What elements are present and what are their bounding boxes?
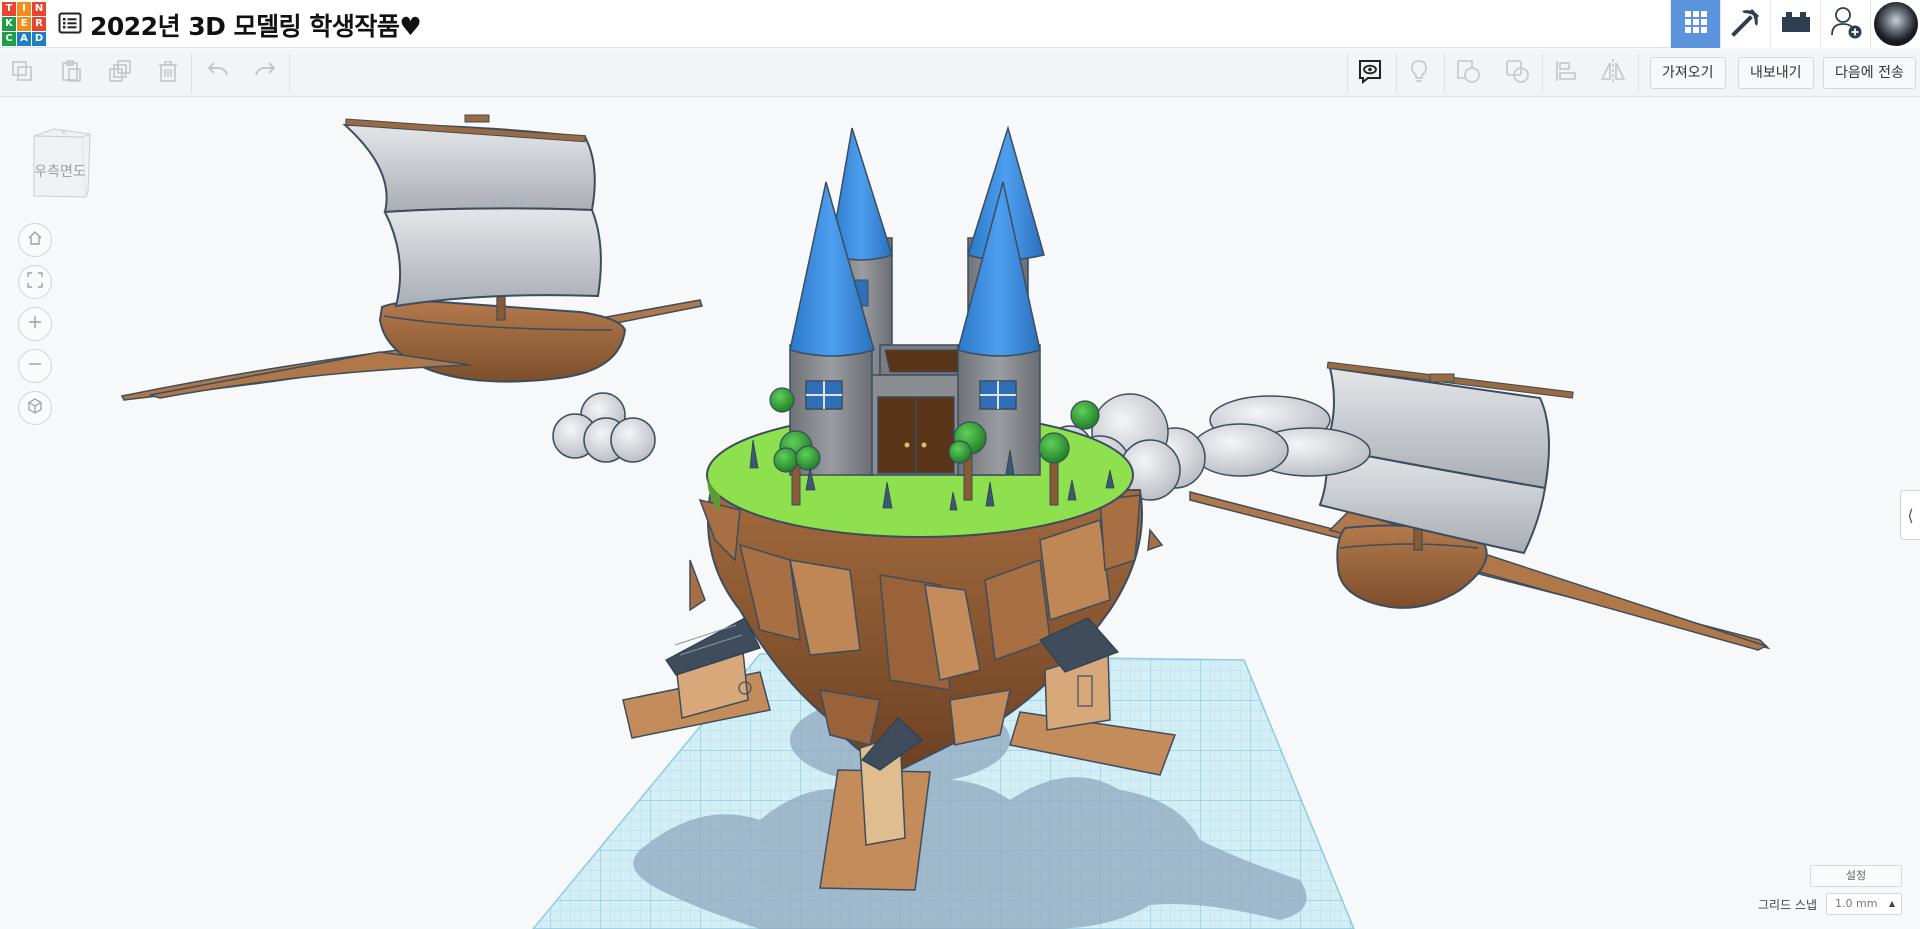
document-title[interactable]: 2022년 3D 모델링 학생작품♥ xyxy=(90,7,422,43)
shapes-panel-toggle[interactable]: ⟨ xyxy=(1900,490,1920,540)
logo-letter: R xyxy=(32,17,46,31)
redo-button[interactable] xyxy=(251,59,279,87)
copy-button[interactable] xyxy=(8,59,36,87)
chevron-up-icon: ▲ xyxy=(1888,899,1895,908)
show-notes-button[interactable] xyxy=(1356,59,1384,87)
logo-letter: A xyxy=(17,32,31,46)
grid-snap-value: 1.0 mm xyxy=(1835,897,1878,910)
workplane-viewport[interactable]: 우측면도 ⟨ 설정 그리드 스냅 1.0 mm ▲ xyxy=(0,98,1920,929)
castle[interactable] xyxy=(789,125,1045,476)
grid-snap-label: 그리드 스냅 xyxy=(1758,898,1818,912)
light-bulb-button[interactable] xyxy=(1405,59,1433,87)
add-user-icon xyxy=(1829,5,1863,43)
undo-icon xyxy=(206,59,230,87)
align-icon xyxy=(1554,59,1578,87)
add-user-button[interactable] xyxy=(1820,0,1870,48)
toolbar-divider xyxy=(1347,53,1348,93)
avatar xyxy=(1871,0,1920,48)
pickaxe-icon xyxy=(1730,6,1762,42)
small-cloud[interactable] xyxy=(552,392,656,463)
home-icon xyxy=(27,230,43,250)
toolbar-divider xyxy=(289,53,290,93)
tinkercad-app: T I N K E R C A D 2022년 3D 모델링 학생작품♥ 가져오… xyxy=(0,0,1920,929)
left-flying-ship[interactable] xyxy=(120,114,703,401)
home-view-button[interactable] xyxy=(18,223,52,257)
fit-view-button[interactable] xyxy=(18,265,52,299)
align-button[interactable] xyxy=(1552,59,1580,87)
shape-icon xyxy=(1455,58,1481,88)
toolbar-divider xyxy=(1444,53,1445,93)
logo-letter: K xyxy=(2,17,16,31)
toolbar-divider xyxy=(1542,53,1543,93)
zoom-out-icon xyxy=(27,356,43,376)
user-menu-button[interactable] xyxy=(1870,0,1920,48)
paste-button[interactable] xyxy=(57,59,85,87)
blocks-view-button[interactable] xyxy=(1720,0,1770,48)
export-button[interactable]: 내보내기 xyxy=(1738,57,1814,89)
mirror-button[interactable] xyxy=(1599,59,1627,87)
perspective-icon xyxy=(27,398,43,418)
shape-button[interactable] xyxy=(1454,59,1482,87)
paste-icon xyxy=(59,59,83,87)
edit-toolbar: 가져오기 내보내기 다음에 전송 xyxy=(0,49,1920,97)
grid-icon xyxy=(1684,10,1708,38)
duplicate-button[interactable] xyxy=(106,59,134,87)
delete-button[interactable] xyxy=(154,59,182,87)
top-right-nav xyxy=(1670,0,1920,48)
show-notes-icon xyxy=(1357,58,1383,88)
view-cube[interactable]: 우측면도 xyxy=(28,128,92,200)
view-cube-label: 우측면도 xyxy=(34,164,86,180)
chevron-left-icon: ⟨ xyxy=(1907,505,1914,525)
zoom-out-button[interactable] xyxy=(18,349,52,383)
perspective-toggle-button[interactable] xyxy=(18,391,52,425)
grid-snap-select[interactable]: 1.0 mm ▲ xyxy=(1826,893,1902,915)
group-icon xyxy=(1504,58,1530,88)
logo-letter: I xyxy=(17,2,31,16)
logo-letter: D xyxy=(32,32,46,46)
top-bar: T I N K E R C A D 2022년 3D 모델링 학생작품♥ xyxy=(0,0,1920,48)
undo-button[interactable] xyxy=(204,59,232,87)
logo-letter: T xyxy=(2,2,16,16)
send-to-button[interactable]: 다음에 전송 xyxy=(1823,57,1916,89)
logo-letter: N xyxy=(32,2,46,16)
logo-letter: C xyxy=(2,32,16,46)
import-button[interactable]: 가져오기 xyxy=(1650,57,1726,89)
3d-design-view-button[interactable] xyxy=(1670,0,1720,48)
zoom-in-icon xyxy=(27,314,43,334)
group-button[interactable] xyxy=(1503,59,1531,87)
settings-button[interactable]: 설정 xyxy=(1810,865,1902,887)
delete-icon xyxy=(156,59,180,87)
toolbar-divider xyxy=(1638,53,1639,93)
toolbar-divider xyxy=(191,53,192,93)
copy-icon xyxy=(10,59,34,87)
redo-icon xyxy=(253,59,277,87)
fit-view-icon xyxy=(27,272,43,292)
design-list-icon[interactable] xyxy=(58,12,82,34)
logo-letter: E xyxy=(17,17,31,31)
light-bulb-icon xyxy=(1407,59,1431,87)
tinkercad-logo[interactable]: T I N K E R C A D xyxy=(2,2,46,46)
toolbar-divider xyxy=(1396,53,1397,93)
3d-scene[interactable] xyxy=(0,98,1920,929)
mirror-icon xyxy=(1600,58,1626,88)
duplicate-icon xyxy=(108,59,132,87)
bricks-view-button[interactable] xyxy=(1770,0,1820,48)
brick-icon xyxy=(1781,11,1811,37)
zoom-in-button[interactable] xyxy=(18,307,52,341)
